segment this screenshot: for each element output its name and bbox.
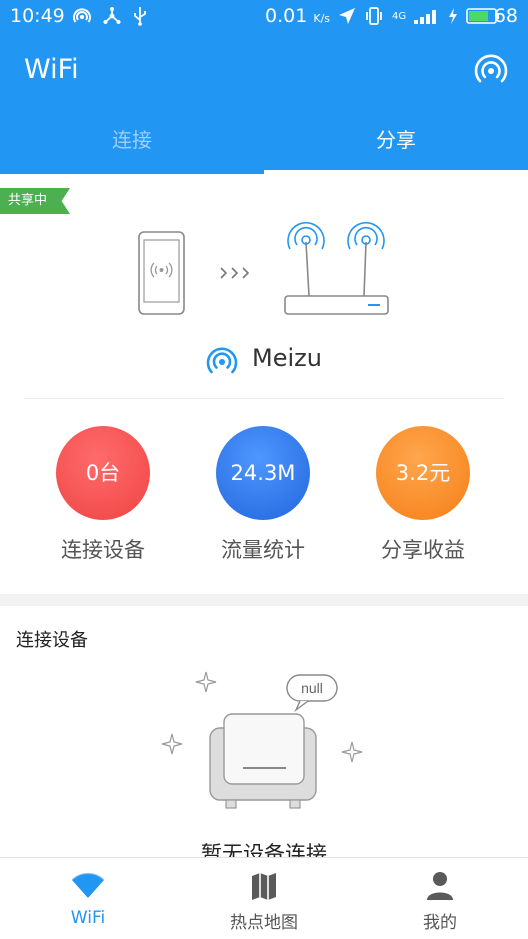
router-icon — [284, 222, 389, 315]
hotspot-network-icon — [206, 347, 238, 374]
status-time: 10:49 — [10, 5, 65, 27]
sparkle-icon — [161, 733, 183, 755]
stat-value: 3.2元 — [376, 426, 470, 520]
share-status-icon — [103, 7, 121, 24]
network-type: 4G — [392, 10, 407, 22]
stat-value: 24.3M — [216, 426, 310, 520]
hotspot-icon[interactable] — [474, 52, 508, 86]
shared-network: Meizu — [0, 340, 528, 380]
nav-label: WiFi — [70, 908, 106, 928]
nav-wifi[interactable]: WiFi — [0, 858, 176, 939]
battery-level: 68 — [493, 5, 518, 27]
section-heading: 连接设备 — [16, 630, 88, 651]
app-title: WiFi — [24, 54, 79, 85]
network-name: Meizu — [252, 344, 322, 372]
stat-label: 流量统计 — [221, 538, 305, 562]
phone-icon — [138, 231, 185, 315]
tab-share[interactable]: 分享 — [264, 112, 528, 174]
location-icon — [339, 8, 355, 24]
nav-label: 热点地图 — [230, 913, 298, 933]
app-bar: WiFi — [0, 34, 528, 112]
signal-icon — [414, 10, 437, 24]
bottom-navigation: WiFi 热点地图 我的 — [0, 857, 528, 939]
arrows-icon — [220, 267, 250, 279]
wifi-icon — [71, 873, 105, 898]
tab-connect[interactable]: 连接 — [0, 112, 264, 174]
sharing-status-badge: 共享中 — [0, 188, 70, 214]
tab-bar: 连接 分享 — [0, 112, 528, 174]
map-icon — [252, 873, 276, 900]
divider — [24, 398, 504, 399]
stat-income[interactable]: 3.2元 分享收益 — [343, 426, 503, 564]
vibrate-icon — [366, 7, 382, 25]
nav-hotspot-map[interactable]: 热点地图 — [176, 858, 352, 939]
speech-bubble-icon: null — [286, 674, 338, 713]
charging-icon — [449, 8, 458, 24]
stat-traffic[interactable]: 24.3M 流量统计 — [183, 426, 343, 564]
stat-value: 0台 — [56, 426, 150, 520]
share-card: 共享中 Meizu 0台 连接设备 24.3M 流量统计 3.2元 分享收益 — [0, 174, 528, 594]
phone-to-router-illustration — [138, 222, 389, 315]
network-speed: 0.01 K/s — [265, 5, 331, 27]
stat-connected-devices[interactable]: 0台 连接设备 — [23, 426, 183, 564]
sparkle-icon — [341, 741, 363, 763]
nav-label: 我的 — [423, 913, 457, 933]
stat-label: 分享收益 — [381, 538, 465, 562]
usb-icon — [134, 7, 146, 26]
person-icon — [427, 872, 453, 900]
sparkle-icon — [195, 671, 217, 693]
hotspot-status-icon — [73, 8, 91, 23]
status-bar: 10:49 0.01 K/s 4G 68 — [0, 0, 528, 34]
empty-state-illustration: null — [161, 671, 363, 809]
bubble-text: null — [301, 680, 323, 696]
stat-label: 连接设备 — [61, 538, 145, 562]
connected-devices-section: 连接设备 null 暂无设备连接 — [0, 606, 528, 866]
sofa-icon — [209, 713, 317, 809]
nav-me[interactable]: 我的 — [352, 858, 528, 939]
